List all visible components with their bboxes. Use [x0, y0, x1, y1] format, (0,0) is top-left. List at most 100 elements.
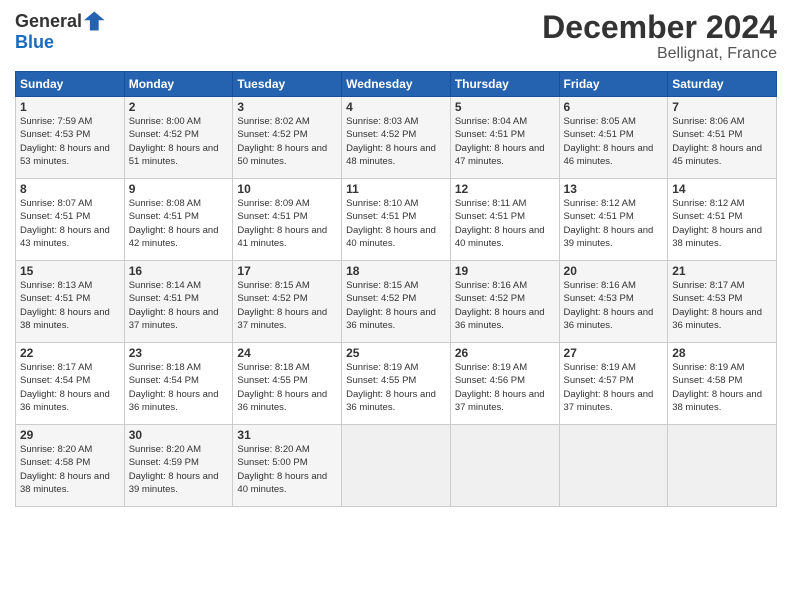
day-info: Sunrise: 8:07 AM Sunset: 4:51 PM Dayligh… [20, 197, 120, 250]
table-row: 23 Sunrise: 8:18 AM Sunset: 4:54 PM Dayl… [124, 343, 233, 425]
day-info: Sunrise: 8:03 AM Sunset: 4:52 PM Dayligh… [346, 115, 446, 168]
sunset-text: Sunset: 4:56 PM [455, 375, 525, 386]
sunrise-text: Sunrise: 8:17 AM [20, 362, 92, 373]
day-number: 15 [20, 264, 120, 278]
logo-blue: Blue [15, 32, 54, 52]
sunrise-text: Sunrise: 8:18 AM [129, 362, 201, 373]
calendar-week-row: 8 Sunrise: 8:07 AM Sunset: 4:51 PM Dayli… [16, 179, 777, 261]
day-info: Sunrise: 7:59 AM Sunset: 4:53 PM Dayligh… [20, 115, 120, 168]
table-row: 4 Sunrise: 8:03 AM Sunset: 4:52 PM Dayli… [342, 97, 451, 179]
daylight-text: Daylight: 8 hours and 41 minutes. [237, 225, 327, 249]
daylight-text: Daylight: 8 hours and 53 minutes. [20, 143, 110, 167]
sunset-text: Sunset: 4:51 PM [237, 211, 307, 222]
daylight-text: Daylight: 8 hours and 51 minutes. [129, 143, 219, 167]
day-number: 26 [455, 346, 555, 360]
table-row: 31 Sunrise: 8:20 AM Sunset: 5:00 PM Dayl… [233, 425, 342, 507]
sunrise-text: Sunrise: 8:19 AM [564, 362, 636, 373]
sunrise-text: Sunrise: 8:08 AM [129, 198, 201, 209]
calendar-week-row: 1 Sunrise: 7:59 AM Sunset: 4:53 PM Dayli… [16, 97, 777, 179]
table-row: 17 Sunrise: 8:15 AM Sunset: 4:52 PM Dayl… [233, 261, 342, 343]
sunrise-text: Sunrise: 8:19 AM [455, 362, 527, 373]
sunrise-text: Sunrise: 8:10 AM [346, 198, 418, 209]
table-row: 11 Sunrise: 8:10 AM Sunset: 4:51 PM Dayl… [342, 179, 451, 261]
table-row: 20 Sunrise: 8:16 AM Sunset: 4:53 PM Dayl… [559, 261, 668, 343]
daylight-text: Daylight: 8 hours and 38 minutes. [672, 225, 762, 249]
daylight-text: Daylight: 8 hours and 40 minutes. [455, 225, 545, 249]
table-row: 10 Sunrise: 8:09 AM Sunset: 4:51 PM Dayl… [233, 179, 342, 261]
sunrise-text: Sunrise: 8:09 AM [237, 198, 309, 209]
calendar-week-row: 15 Sunrise: 8:13 AM Sunset: 4:51 PM Dayl… [16, 261, 777, 343]
day-number: 3 [237, 100, 337, 114]
col-tuesday: Tuesday [233, 72, 342, 97]
day-info: Sunrise: 8:05 AM Sunset: 4:51 PM Dayligh… [564, 115, 664, 168]
col-monday: Monday [124, 72, 233, 97]
calendar-table: Sunday Monday Tuesday Wednesday Thursday… [15, 71, 777, 507]
table-row: 19 Sunrise: 8:16 AM Sunset: 4:52 PM Dayl… [450, 261, 559, 343]
day-info: Sunrise: 8:12 AM Sunset: 4:51 PM Dayligh… [564, 197, 664, 250]
day-number: 23 [129, 346, 229, 360]
daylight-text: Daylight: 8 hours and 36 minutes. [672, 307, 762, 331]
sunset-text: Sunset: 4:51 PM [564, 211, 634, 222]
sunset-text: Sunset: 4:52 PM [346, 129, 416, 140]
table-row: 22 Sunrise: 8:17 AM Sunset: 4:54 PM Dayl… [16, 343, 125, 425]
daylight-text: Daylight: 8 hours and 43 minutes. [20, 225, 110, 249]
day-number: 27 [564, 346, 664, 360]
table-row: 6 Sunrise: 8:05 AM Sunset: 4:51 PM Dayli… [559, 97, 668, 179]
daylight-text: Daylight: 8 hours and 47 minutes. [455, 143, 545, 167]
daylight-text: Daylight: 8 hours and 50 minutes. [237, 143, 327, 167]
table-row: 13 Sunrise: 8:12 AM Sunset: 4:51 PM Dayl… [559, 179, 668, 261]
sunset-text: Sunset: 4:58 PM [20, 457, 90, 468]
table-row: 21 Sunrise: 8:17 AM Sunset: 4:53 PM Dayl… [668, 261, 777, 343]
sunrise-text: Sunrise: 8:20 AM [20, 444, 92, 455]
sunrise-text: Sunrise: 8:02 AM [237, 116, 309, 127]
day-number: 9 [129, 182, 229, 196]
day-number: 12 [455, 182, 555, 196]
sunset-text: Sunset: 4:51 PM [455, 129, 525, 140]
sunrise-text: Sunrise: 8:18 AM [237, 362, 309, 373]
table-row: 15 Sunrise: 8:13 AM Sunset: 4:51 PM Dayl… [16, 261, 125, 343]
day-number: 14 [672, 182, 772, 196]
table-row: 25 Sunrise: 8:19 AM Sunset: 4:55 PM Dayl… [342, 343, 451, 425]
sunrise-text: Sunrise: 8:06 AM [672, 116, 744, 127]
day-number: 2 [129, 100, 229, 114]
daylight-text: Daylight: 8 hours and 45 minutes. [672, 143, 762, 167]
day-info: Sunrise: 8:17 AM Sunset: 4:53 PM Dayligh… [672, 279, 772, 332]
sunrise-text: Sunrise: 8:04 AM [455, 116, 527, 127]
sunset-text: Sunset: 4:51 PM [564, 129, 634, 140]
table-row [342, 425, 451, 507]
day-info: Sunrise: 8:00 AM Sunset: 4:52 PM Dayligh… [129, 115, 229, 168]
daylight-text: Daylight: 8 hours and 37 minutes. [455, 389, 545, 413]
sunrise-text: Sunrise: 8:07 AM [20, 198, 92, 209]
day-info: Sunrise: 8:13 AM Sunset: 4:51 PM Dayligh… [20, 279, 120, 332]
daylight-text: Daylight: 8 hours and 36 minutes. [455, 307, 545, 331]
day-number: 25 [346, 346, 446, 360]
day-number: 10 [237, 182, 337, 196]
table-row: 24 Sunrise: 8:18 AM Sunset: 4:55 PM Dayl… [233, 343, 342, 425]
daylight-text: Daylight: 8 hours and 39 minutes. [129, 471, 219, 495]
sunrise-text: Sunrise: 8:11 AM [455, 198, 527, 209]
day-info: Sunrise: 8:19 AM Sunset: 4:58 PM Dayligh… [672, 361, 772, 414]
daylight-text: Daylight: 8 hours and 38 minutes. [20, 307, 110, 331]
sunset-text: Sunset: 4:54 PM [129, 375, 199, 386]
table-row: 18 Sunrise: 8:15 AM Sunset: 4:52 PM Dayl… [342, 261, 451, 343]
sunset-text: Sunset: 4:59 PM [129, 457, 199, 468]
day-info: Sunrise: 8:04 AM Sunset: 4:51 PM Dayligh… [455, 115, 555, 168]
daylight-text: Daylight: 8 hours and 38 minutes. [20, 471, 110, 495]
sunset-text: Sunset: 4:51 PM [129, 211, 199, 222]
day-number: 24 [237, 346, 337, 360]
daylight-text: Daylight: 8 hours and 36 minutes. [346, 307, 436, 331]
sunset-text: Sunset: 4:51 PM [672, 129, 742, 140]
table-row: 1 Sunrise: 7:59 AM Sunset: 4:53 PM Dayli… [16, 97, 125, 179]
table-row [450, 425, 559, 507]
sunrise-text: Sunrise: 8:16 AM [564, 280, 636, 291]
sunset-text: Sunset: 4:52 PM [237, 293, 307, 304]
table-row: 9 Sunrise: 8:08 AM Sunset: 4:51 PM Dayli… [124, 179, 233, 261]
day-number: 6 [564, 100, 664, 114]
day-info: Sunrise: 8:08 AM Sunset: 4:51 PM Dayligh… [129, 197, 229, 250]
day-info: Sunrise: 8:20 AM Sunset: 5:00 PM Dayligh… [237, 443, 337, 496]
table-row: 29 Sunrise: 8:20 AM Sunset: 4:58 PM Dayl… [16, 425, 125, 507]
col-saturday: Saturday [668, 72, 777, 97]
day-info: Sunrise: 8:10 AM Sunset: 4:51 PM Dayligh… [346, 197, 446, 250]
calendar-week-row: 22 Sunrise: 8:17 AM Sunset: 4:54 PM Dayl… [16, 343, 777, 425]
day-info: Sunrise: 8:16 AM Sunset: 4:53 PM Dayligh… [564, 279, 664, 332]
